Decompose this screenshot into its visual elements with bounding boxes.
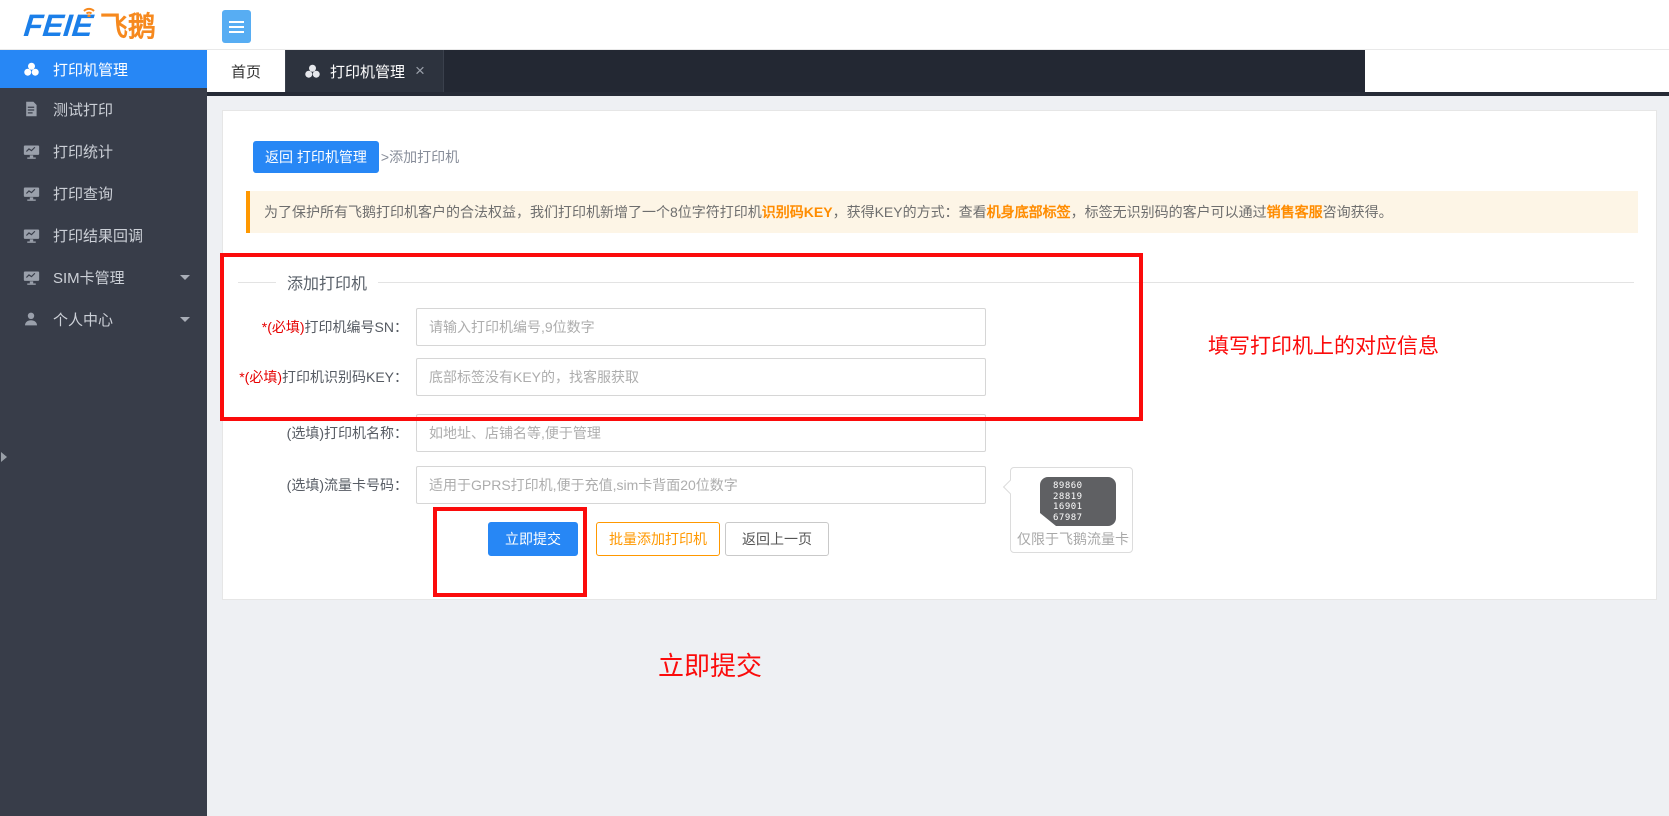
printer-sn-input[interactable]	[416, 308, 986, 346]
breadcrumb: 返回 打印机管理 >添加打印机	[253, 141, 459, 173]
tooltip-arrow	[1003, 480, 1017, 494]
sim-card-image: 89860 28819 16901 67987	[1040, 477, 1116, 526]
notice-highlight-label: 机身底部标签	[987, 204, 1071, 220]
monitor-icon	[23, 269, 40, 286]
sidebar-item-sim-management[interactable]: SIM卡管理	[0, 256, 207, 298]
tab-strip: 首页 打印机管理 ×	[207, 50, 1365, 92]
sim-number-input[interactable]	[416, 466, 986, 504]
notice-text: ，标签无识别码的客户可以通过	[1071, 204, 1267, 220]
sidebar-item-print-result-callback[interactable]: 打印结果回调	[0, 214, 207, 256]
sidebar-toggle-button[interactable]	[222, 10, 251, 43]
sidebar-item-label: 打印结果回调	[53, 225, 143, 246]
printer-cluster-icon	[304, 63, 321, 80]
sidebar-item-print-statistics[interactable]: 打印统计	[0, 130, 207, 172]
monitor-icon	[23, 227, 40, 244]
tab-label: 打印机管理	[330, 61, 405, 82]
field-label-sim: (选填)流量卡号码：	[223, 475, 408, 495]
sim-tooltip-caption: 仅限于飞鹅流量卡号	[1017, 529, 1130, 549]
notice-text: ，获得KEY的方式：查看	[833, 204, 987, 220]
hamburger-icon	[229, 21, 244, 23]
tab-home[interactable]: 首页	[207, 50, 285, 92]
sidebar-item-print-query[interactable]: 打印查询	[0, 172, 207, 214]
tab-bar: 首页 打印机管理 ×	[207, 50, 1669, 96]
printer-name-input[interactable]	[416, 414, 986, 452]
required-mark: *(必填)	[262, 319, 305, 335]
close-icon[interactable]: ×	[415, 61, 425, 81]
notice-highlight-key: 识别码KEY	[762, 204, 833, 220]
return-previous-page-button[interactable]: 返回上一页	[725, 522, 829, 556]
form-legend-text: 添加打印机	[287, 270, 367, 294]
field-label-name: (选填)打印机名称：	[223, 423, 408, 443]
tab-label: 首页	[231, 61, 261, 82]
form-row-key: *(必填)打印机识别码KEY：	[223, 358, 986, 396]
sidebar-item-label: 打印机管理	[53, 59, 128, 80]
app-logo: FEIE 飞鹅	[24, 5, 156, 45]
printer-key-input[interactable]	[416, 358, 986, 396]
monitor-icon	[23, 185, 40, 202]
notice-text: 咨询获得。	[1323, 204, 1393, 220]
form-legend: 添加打印机	[238, 270, 1634, 294]
notice-highlight-service-link[interactable]: 销售客服	[1267, 204, 1323, 220]
printer-cluster-icon	[23, 61, 40, 78]
sidebar-item-printer-management[interactable]: 打印机管理	[0, 50, 207, 88]
wifi-signal-icon	[80, 3, 98, 17]
sim-number-line: 16901	[1053, 502, 1116, 513]
form-row-name: (选填)打印机名称：	[223, 414, 986, 452]
tab-printer-management[interactable]: 打印机管理 ×	[285, 50, 444, 92]
form-row-sim-number: (选填)流量卡号码：	[223, 466, 986, 504]
sidebar-item-test-print[interactable]: 测试打印	[0, 88, 207, 130]
sidebar-item-label: 打印统计	[53, 141, 113, 162]
notice-text: 为了保护所有飞鹅打印机客户的合法权益，我们打印机新增了一个8位字符打印机	[264, 204, 762, 220]
sidebar-collapse-handle[interactable]	[1, 452, 7, 462]
breadcrumb-trail: >添加打印机	[381, 147, 459, 167]
required-mark: *(必填)	[239, 369, 282, 385]
sidebar-item-personal-center[interactable]: 个人中心	[0, 298, 207, 340]
add-printer-panel: 返回 打印机管理 >添加打印机 为了保护所有飞鹅打印机客户的合法权益，我们打印机…	[222, 110, 1657, 600]
sim-number-line: 67987	[1053, 513, 1116, 524]
sidebar-item-label: SIM卡管理	[53, 267, 125, 288]
chevron-down-icon	[180, 275, 190, 280]
sidebar-item-label: 打印查询	[53, 183, 113, 204]
batch-add-printer-button[interactable]: 批量添加打印机	[596, 522, 720, 556]
sim-number-line: 89860	[1053, 481, 1116, 492]
form-buttons: 立即提交 批量添加打印机 返回上一页	[488, 522, 829, 556]
document-icon	[23, 101, 40, 118]
back-to-printer-management-button[interactable]: 返回 打印机管理	[253, 141, 379, 173]
sidebar-item-label: 个人中心	[53, 309, 113, 330]
field-label-key: *(必填)打印机识别码KEY：	[223, 367, 408, 387]
sim-card-tooltip: 89860 28819 16901 67987 仅限于飞鹅流量卡号	[1010, 467, 1133, 553]
sidebar-item-label: 测试打印	[53, 99, 113, 120]
key-notice-banner: 为了保护所有飞鹅打印机客户的合法权益，我们打印机新增了一个8位字符打印机识别码K…	[246, 191, 1638, 233]
monitor-icon	[23, 143, 40, 160]
main-content: 返回 打印机管理 >添加打印机 为了保护所有飞鹅打印机客户的合法权益，我们打印机…	[207, 96, 1669, 816]
chevron-down-icon	[180, 317, 190, 322]
field-label-sn: *(必填)打印机编号SN：	[223, 317, 408, 337]
form-row-sn: *(必填)打印机编号SN：	[223, 308, 986, 346]
logo-cn-text: 飞鹅	[100, 9, 156, 45]
submit-button[interactable]: 立即提交	[488, 522, 578, 556]
sidebar: 打印机管理 测试打印 打印统计 打印查询	[0, 50, 207, 816]
user-icon	[23, 311, 40, 328]
app-header: FEIE 飞鹅	[0, 0, 1669, 50]
sim-number-line: 28819	[1053, 492, 1116, 503]
